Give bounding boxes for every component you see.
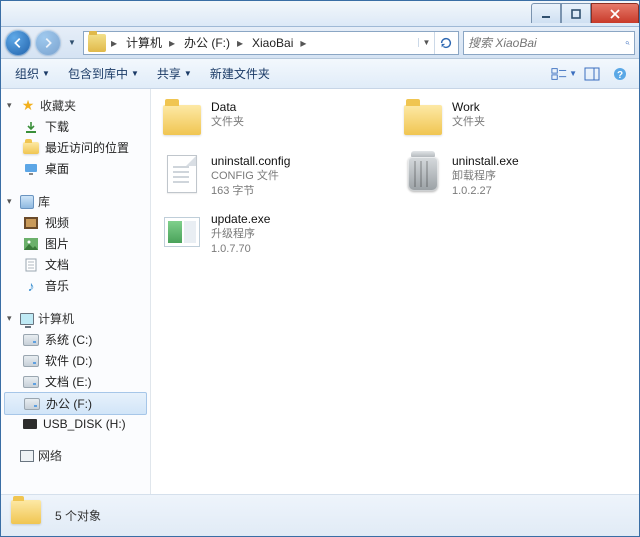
- titlebar: [1, 1, 639, 27]
- update-icon: [161, 211, 203, 253]
- folder-icon: [161, 99, 203, 141]
- preview-pane-button[interactable]: [579, 63, 605, 85]
- explorer-window: ▼ ▸ 计算机 ▸ 办公 (F:) ▸ XiaoBai ▸ ▼ 组织▼ 包含到库…: [0, 0, 640, 537]
- address-dropdown[interactable]: ▼: [418, 38, 434, 47]
- new-folder-button[interactable]: 新建文件夹: [202, 62, 278, 85]
- svg-text:?: ?: [617, 70, 623, 81]
- drive-icon: [23, 334, 39, 346]
- folder-icon: [88, 34, 106, 52]
- network-icon: [20, 450, 34, 462]
- close-button[interactable]: [591, 3, 639, 23]
- trash-icon: [402, 153, 444, 195]
- star-icon: ★: [20, 98, 36, 114]
- sidebar-item-drive-f[interactable]: 办公 (F:): [4, 392, 147, 415]
- maximize-button[interactable]: [561, 3, 591, 23]
- search-icon: [625, 35, 630, 51]
- view-button[interactable]: ▼: [551, 63, 577, 85]
- sidebar-item-pictures[interactable]: 图片: [1, 233, 150, 254]
- refresh-button[interactable]: [434, 32, 456, 54]
- command-bar: 组织▼ 包含到库中▼ 共享▼ 新建文件夹 ▼ ?: [1, 59, 639, 89]
- status-bar: 5 个对象: [1, 494, 639, 536]
- download-icon: [23, 119, 39, 135]
- sidebar-group-computer[interactable]: 计算机: [1, 308, 150, 329]
- forward-button[interactable]: [35, 30, 61, 56]
- drive-icon: [24, 398, 40, 410]
- computer-icon: [20, 313, 34, 325]
- file-item-folder[interactable]: Data文件夹: [159, 95, 390, 145]
- file-item-config[interactable]: uninstall.configCONFIG 文件163 字节: [159, 149, 390, 203]
- window-buttons: [531, 4, 639, 23]
- breadcrumb-seg[interactable]: XiaoBai: [246, 32, 297, 54]
- breadcrumb-sep: ▸: [297, 32, 309, 54]
- breadcrumb-sep: ▸: [234, 32, 246, 54]
- sidebar-item-music[interactable]: ♪音乐: [1, 275, 150, 296]
- document-icon: [23, 257, 39, 273]
- folder-icon: [402, 99, 444, 141]
- file-icon: [161, 153, 203, 195]
- share-button[interactable]: 共享▼: [149, 62, 200, 85]
- folder-icon: [11, 500, 43, 532]
- recent-icon: [23, 140, 39, 156]
- sidebar-item-videos[interactable]: 视频: [1, 212, 150, 233]
- search-box[interactable]: [463, 31, 635, 55]
- drive-icon: [23, 376, 39, 388]
- nav-history-dropdown[interactable]: ▼: [65, 30, 79, 56]
- navbar: ▼ ▸ 计算机 ▸ 办公 (F:) ▸ XiaoBai ▸ ▼: [1, 27, 639, 59]
- breadcrumb-seg[interactable]: 计算机: [120, 32, 166, 54]
- music-icon: ♪: [23, 278, 39, 294]
- sidebar-item-drive-e[interactable]: 文档 (E:): [1, 371, 150, 392]
- picture-icon: [23, 236, 39, 252]
- sidebar-item-documents[interactable]: 文档: [1, 254, 150, 275]
- include-library-button[interactable]: 包含到库中▼: [60, 62, 147, 85]
- sidebar-item-drive-d[interactable]: 软件 (D:): [1, 350, 150, 371]
- organize-button[interactable]: 组织▼: [7, 62, 58, 85]
- sidebar-group-libraries[interactable]: 库: [1, 191, 150, 212]
- address-bar[interactable]: ▸ 计算机 ▸ 办公 (F:) ▸ XiaoBai ▸ ▼: [83, 31, 459, 55]
- body: ★收藏夹 下载 最近访问的位置 桌面 库 视频 图片 文档 ♪音乐 计算机 系统…: [1, 89, 639, 494]
- file-item-update[interactable]: update.exe升级程序1.0.7.70: [159, 207, 390, 261]
- search-input[interactable]: [468, 36, 625, 50]
- desktop-icon: [23, 161, 39, 177]
- file-item-uninstall[interactable]: uninstall.exe卸载程序1.0.2.27: [400, 149, 631, 203]
- sidebar-item-drive-c[interactable]: 系统 (C:): [1, 329, 150, 350]
- sidebar-item-recent[interactable]: 最近访问的位置: [1, 137, 150, 158]
- sidebar-group-favorites[interactable]: ★收藏夹: [1, 95, 150, 116]
- sidebar-item-drive-usb[interactable]: USB_DISK (H:): [1, 415, 150, 433]
- breadcrumb-sep: ▸: [108, 32, 120, 54]
- nav-pane: ★收藏夹 下载 最近访问的位置 桌面 库 视频 图片 文档 ♪音乐 计算机 系统…: [1, 89, 151, 494]
- sidebar-item-downloads[interactable]: 下载: [1, 116, 150, 137]
- sidebar-item-desktop[interactable]: 桌面: [1, 158, 150, 179]
- minimize-button[interactable]: [531, 3, 561, 23]
- file-list[interactable]: Data文件夹 Work文件夹 uninstall.configCONFIG 文…: [151, 89, 639, 494]
- usb-icon: [23, 419, 37, 429]
- file-item-folder[interactable]: Work文件夹: [400, 95, 631, 145]
- status-text: 5 个对象: [55, 507, 101, 524]
- help-button[interactable]: ?: [607, 63, 633, 85]
- breadcrumb-seg[interactable]: 办公 (F:): [178, 32, 234, 54]
- breadcrumb-sep: ▸: [166, 32, 178, 54]
- video-icon: [23, 215, 39, 231]
- library-icon: [20, 195, 34, 209]
- back-button[interactable]: [5, 30, 31, 56]
- drive-icon: [23, 355, 39, 367]
- sidebar-group-network[interactable]: 网络: [1, 445, 150, 466]
